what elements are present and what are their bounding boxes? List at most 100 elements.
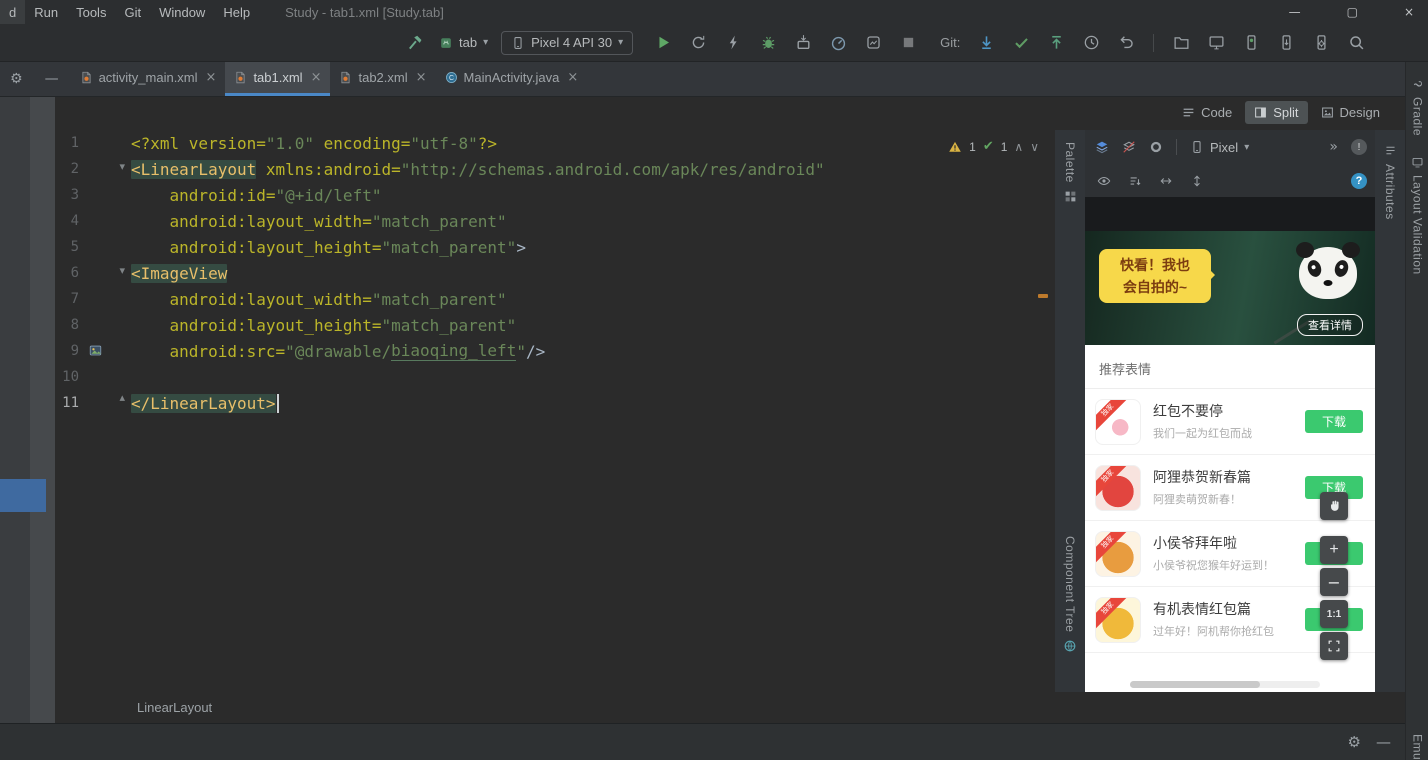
zoom-actual-button[interactable]: 1:1	[1320, 600, 1348, 628]
tool-stripe-palette[interactable]: Palette	[1055, 142, 1085, 203]
tool-stripe-emulator[interactable]: Emulator	[1406, 734, 1428, 760]
preview-device-select[interactable]: Pixel ▾	[1190, 140, 1249, 155]
close-icon[interactable]: ×	[311, 70, 322, 85]
device-select[interactable]: Pixel 4 API 30 ▾	[501, 30, 634, 55]
warning-stripe-mark[interactable]	[1038, 294, 1048, 298]
status-gear-icon[interactable]: ⚙	[1348, 733, 1361, 751]
sticker-icon: 独家	[1095, 531, 1141, 577]
gutter[interactable]	[85, 338, 131, 364]
zoom-out-button[interactable]: −	[1320, 568, 1348, 596]
menu-item-window[interactable]: Window	[150, 0, 214, 24]
editor-mode-header: Code Split Design	[55, 97, 1405, 130]
close-button[interactable]: ×	[1404, 5, 1414, 19]
tab-tab2.xml[interactable]: tab2.xml ×	[330, 62, 435, 96]
close-icon[interactable]: ×	[567, 70, 578, 85]
run-button[interactable]	[652, 32, 674, 54]
status-bar: ⚙ —	[0, 723, 1405, 760]
view-toggle-code[interactable]: Code	[1173, 101, 1241, 124]
color-mode-icon[interactable]	[1149, 140, 1163, 154]
apply-changes-button[interactable]	[687, 32, 709, 54]
tab-MainActivity.java[interactable]: C MainActivity.java ×	[436, 62, 588, 96]
menu-item-run[interactable]: Run	[25, 0, 67, 24]
git-commit-button[interactable]	[1010, 32, 1032, 54]
history-button[interactable]	[1080, 32, 1102, 54]
close-icon[interactable]: ×	[416, 70, 427, 85]
code-editor[interactable]: 1 <?xml version= "1.0" encoding= "utf-8" ?> 2…	[55, 130, 1055, 692]
search-everywhere-button[interactable]	[1345, 32, 1367, 54]
sort-list-icon[interactable]	[1128, 174, 1142, 188]
gutter[interactable]: ▾	[85, 156, 131, 182]
gutter[interactable]	[85, 208, 131, 234]
run-config-select[interactable]: tab ▾	[439, 31, 488, 55]
gutter[interactable]: ▴	[85, 390, 131, 416]
git-update-button[interactable]	[975, 32, 997, 54]
tab-activity_main.xml[interactable]: activity_main.xml ×	[71, 62, 226, 96]
ribbon-badge: 独家	[1096, 466, 1133, 501]
next-issue-icon[interactable]: ∨	[1030, 140, 1039, 154]
gutter[interactable]	[85, 286, 131, 312]
status-hide-icon[interactable]: —	[1376, 733, 1391, 751]
breadcrumb[interactable]: LinearLayout	[137, 700, 212, 715]
prev-issue-icon[interactable]: ∧	[1014, 140, 1023, 154]
chevron-down-icon: ▾	[618, 37, 624, 48]
view-toggle-split[interactable]: Split	[1245, 101, 1308, 124]
stop-button[interactable]	[897, 32, 919, 54]
pan-hand-button[interactable]	[1320, 492, 1348, 520]
gutter[interactable]	[85, 182, 131, 208]
view-toggle-design[interactable]: Design	[1312, 101, 1389, 124]
inspections-widget[interactable]: 1 ✔ 1 ∧ ∨	[948, 139, 1039, 154]
close-icon[interactable]: ×	[206, 70, 217, 85]
gutter[interactable]: ▾	[85, 260, 131, 286]
profile-app-button[interactable]	[862, 32, 884, 54]
device-manager-button[interactable]	[1240, 32, 1262, 54]
left-tool-strip[interactable]	[0, 97, 55, 723]
java-class-icon: C	[445, 71, 458, 84]
git-label: Git:	[940, 35, 961, 50]
horizontal-arrows-icon[interactable]	[1159, 174, 1173, 188]
view-options-eye-icon[interactable]	[1097, 174, 1111, 188]
layers-off-icon[interactable]	[1122, 140, 1136, 154]
maximize-button[interactable]: ▢	[1347, 5, 1358, 19]
zoom-in-button[interactable]: +	[1320, 536, 1348, 564]
layers-icon[interactable]	[1095, 140, 1109, 154]
gutter[interactable]	[85, 364, 131, 390]
tool-stripe-layout-validation[interactable]: Layout Validation	[1406, 156, 1428, 275]
device-file-explorer-button[interactable]	[1275, 32, 1297, 54]
vertical-arrows-icon[interactable]	[1190, 174, 1204, 188]
gutter[interactable]	[85, 130, 131, 156]
sdk-manager-button[interactable]	[1310, 32, 1332, 54]
design-preview-canvas[interactable]: 快看！我也 会自拍的~ 查看详情 推荐表情 独家 红包不要停 我们一起为红包而战 下载…	[1085, 197, 1375, 692]
attach-debugger-button[interactable]	[792, 32, 814, 54]
editor-settings-gear-icon[interactable]: ⚙	[10, 71, 23, 87]
menu-item-tools[interactable]: Tools	[67, 0, 115, 24]
tool-stripe-attributes[interactable]: Attributes	[1375, 144, 1405, 220]
menu-item-d[interactable]: d	[0, 0, 26, 24]
sticker-title: 红包不要停	[1153, 403, 1223, 419]
profiler-button[interactable]	[827, 32, 849, 54]
menu-item-help[interactable]: Help	[214, 0, 259, 24]
apply-code-changes-button[interactable]	[722, 32, 744, 54]
tab-tab1.xml[interactable]: tab1.xml ×	[225, 62, 331, 96]
sticker-icon: 独家	[1095, 597, 1141, 643]
ribbon-badge: 独家	[1096, 400, 1133, 435]
project-structure-button[interactable]	[1170, 32, 1192, 54]
hide-panel-icon[interactable]: —	[45, 71, 59, 87]
preview-app-topbar	[1085, 197, 1375, 231]
debug-button[interactable]	[757, 32, 779, 54]
tool-stripe-component-tree[interactable]: Component Tree	[1055, 536, 1085, 653]
gutter[interactable]	[85, 234, 131, 260]
build-hammer-button[interactable]	[404, 32, 426, 54]
logcat-button[interactable]	[1205, 32, 1227, 54]
line-number: 3	[70, 187, 79, 203]
gutter[interactable]	[85, 312, 131, 338]
help-icon[interactable]: ?	[1351, 172, 1367, 189]
issue-badge[interactable]: !	[1351, 139, 1367, 155]
preview-horizontal-scrollbar[interactable]	[1130, 681, 1320, 688]
zoom-fit-button[interactable]	[1320, 632, 1348, 660]
more-actions-icon[interactable]: »	[1329, 139, 1338, 155]
minimize-button[interactable]: —	[1289, 5, 1301, 19]
git-push-button[interactable]	[1045, 32, 1067, 54]
rollback-button[interactable]	[1115, 32, 1137, 54]
menu-item-git[interactable]: Git	[115, 0, 150, 24]
tool-stripe-gradle[interactable]: Gradle	[1406, 78, 1428, 136]
